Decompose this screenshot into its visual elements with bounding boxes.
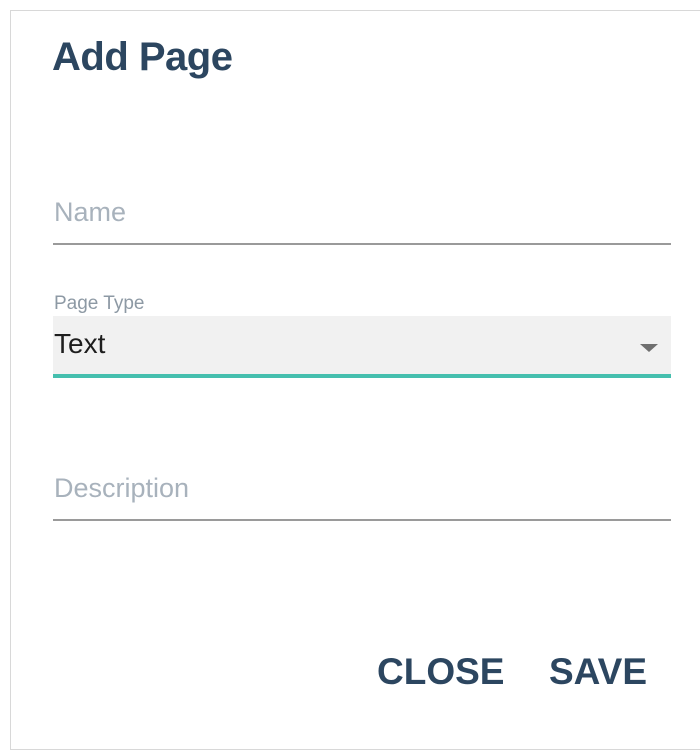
name-field[interactable]: Name [53,189,671,245]
save-button[interactable]: SAVE [549,651,647,693]
dropdown-arrow-icon[interactable] [640,344,658,352]
description-placeholder: Description [54,473,190,503]
description-field[interactable]: Description [53,465,671,521]
dialog-title: Add Page [52,35,233,79]
page-type-value: Text [54,328,106,359]
name-placeholder: Name [54,197,127,227]
name-underline [53,243,671,245]
page-type-focus-underline [53,374,671,378]
description-underline [53,519,671,521]
close-button[interactable]: CLOSE [377,651,504,693]
page-type-label: Page Type [54,293,145,314]
add-page-dialog: Add Page Name Page Type Text Description… [10,10,700,750]
page-type-select[interactable]: Text [53,316,671,378]
